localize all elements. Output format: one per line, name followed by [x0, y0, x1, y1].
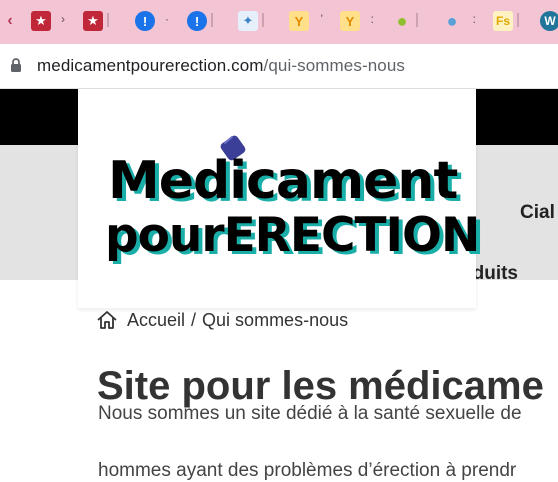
tab-separator: [107, 13, 109, 27]
browser-tab[interactable]: ✦: [238, 8, 264, 34]
tab-close-icon[interactable]: ›: [61, 12, 65, 26]
tab-close-icon[interactable]: ·: [165, 12, 169, 26]
browser-tab[interactable]: ! ·: [135, 8, 169, 34]
breadcrumb-current: Qui sommes-nous: [202, 309, 349, 330]
logo-text-pourerection: pourERECTION: [105, 208, 480, 263]
fs-logo-icon: Fs: [493, 11, 513, 31]
url-path: /qui-sommes-nous: [263, 56, 405, 75]
browser-tab[interactable]: ● :: [442, 8, 476, 34]
star-box-icon: ★: [83, 11, 103, 31]
wordpress-icon: W: [540, 11, 558, 31]
home-icon[interactable]: [96, 310, 118, 330]
tab-close-icon[interactable]: ’: [320, 12, 323, 26]
tab-separator: [416, 13, 418, 27]
exclamation-icon: !: [187, 11, 207, 31]
browser-tab[interactable]: Y ’: [289, 8, 323, 34]
intro-paragraph-line: hommes ayant des problèmes d’érection à …: [98, 460, 517, 481]
browser-tab[interactable]: W: [540, 8, 558, 34]
browser-tab[interactable]: Fs: [493, 8, 519, 34]
sparkle-icon: ✦: [238, 11, 258, 31]
tab-separator: [211, 13, 213, 27]
browser-tab[interactable]: ★: [83, 8, 109, 34]
intro-paragraph-line: Nous sommes un site dédié à la santé sex…: [98, 403, 522, 424]
tab-close-icon[interactable]: :: [473, 12, 476, 26]
person-icon: ●: [396, 10, 408, 31]
browser-tab[interactable]: Y :: [340, 8, 374, 34]
blob-icon: ●: [446, 10, 458, 31]
exclamation-icon: !: [135, 11, 155, 31]
browser-tab[interactable]: ●: [392, 8, 418, 34]
star-box-icon: ★: [31, 11, 51, 31]
url-text[interactable]: medicamentpourerection.com/qui-sommes-no…: [37, 56, 405, 76]
y-logo-icon: Y: [289, 11, 309, 31]
y-logo-icon: Y: [340, 11, 360, 31]
tab-separator: [517, 13, 519, 27]
breadcrumb: Accueil / Qui sommes-nous: [96, 308, 348, 332]
tab-close-icon[interactable]: :: [371, 12, 374, 26]
breadcrumb-separator: /: [191, 309, 197, 330]
logo-text-medicament: Medicament: [108, 151, 458, 211]
browser-tab[interactable]: !: [187, 8, 213, 34]
tab-separator: [262, 13, 264, 27]
address-bar[interactable]: medicamentpourerection.com/qui-sommes-no…: [0, 44, 558, 89]
breadcrumb-home-link[interactable]: Accueil: [127, 310, 185, 331]
browser-tab[interactable]: ★ ›: [31, 8, 65, 34]
lock-icon: [11, 58, 21, 72]
url-domain: medicamentpourerection.com: [37, 56, 264, 75]
nav-item-cialis[interactable]: Cial: [520, 202, 555, 224]
browser-tab-strip: ‹ ★ › ★ ! · ! ✦ Y ’ Y : ● ● : Fs W: [0, 0, 558, 44]
chevron-left-icon: ‹: [7, 12, 13, 29]
browser-tab[interactable]: ‹: [0, 8, 20, 34]
